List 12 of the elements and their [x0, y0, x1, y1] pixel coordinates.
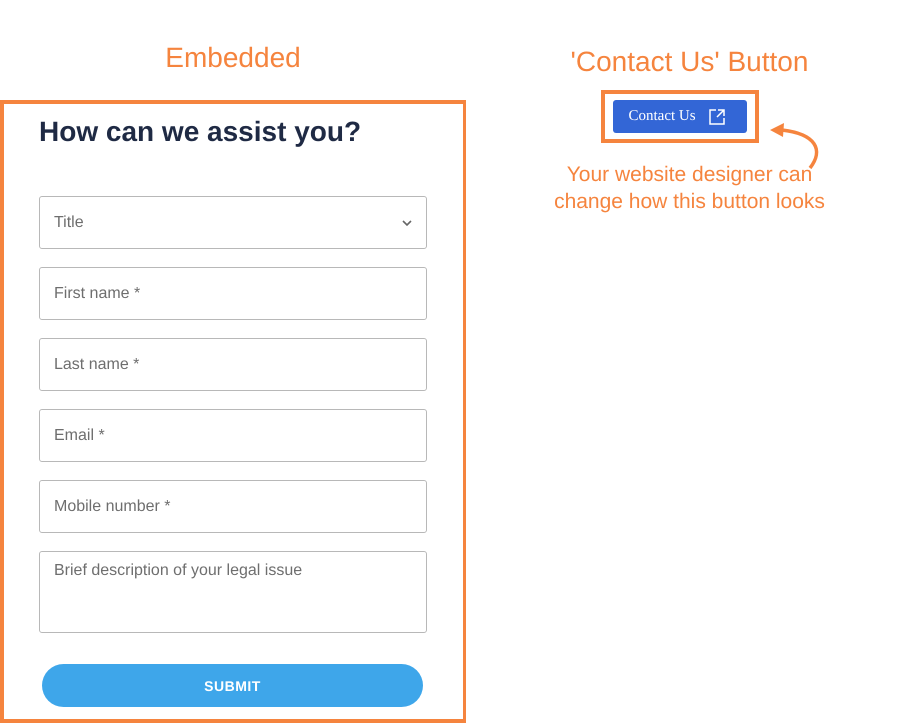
- submit-button[interactable]: SUBMIT: [42, 664, 423, 707]
- input-field[interactable]: Email *: [39, 409, 427, 462]
- section-caption: 'Contact Us' Button: [570, 46, 808, 77]
- contact-button[interactable]: Contact Us: [612, 100, 746, 133]
- input-field[interactable]: Mobile number *: [39, 480, 427, 533]
- annotation-text: Your website designer can change how this button looks: [553, 162, 826, 215]
- description-field[interactable]: Brief description of your legal issue: [39, 551, 427, 633]
- input-field[interactable]: First name *: [39, 267, 427, 320]
- form-heading: How can we assist you?: [39, 115, 362, 149]
- title-select[interactable]: Title: [39, 196, 427, 249]
- section-caption: Embedded: [165, 42, 301, 73]
- input-field[interactable]: Last name *: [39, 338, 427, 391]
